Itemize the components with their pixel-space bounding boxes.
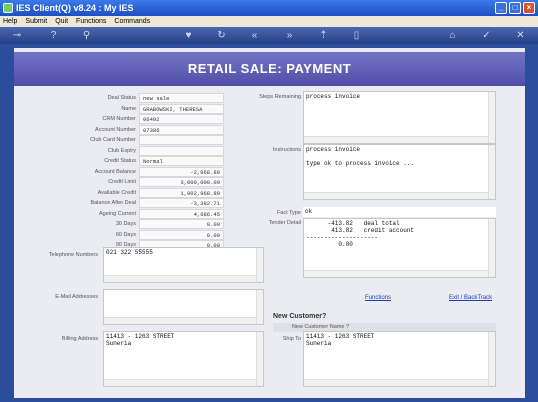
close-icon[interactable]: ✕ [514,29,527,42]
new-customer-title: New Customer? [273,313,327,320]
rewind-icon[interactable]: « [248,29,261,42]
field-value: new sale [139,93,224,103]
email-field[interactable] [103,289,264,325]
menu-quit[interactable]: Quit [55,16,68,27]
telephone-label: Telephone Numbers [48,252,98,258]
field-label: Club Card Number [90,137,136,143]
field-label: Account Number [95,126,136,133]
check-icon[interactable]: ✓ [480,29,493,42]
tender-detail-field[interactable]: -413.82 deal total 413.82 credit account… [303,218,496,278]
ship-to-field[interactable]: 11413 - 1263 STREET Suneria [303,331,496,387]
field-label: Club Expiry [107,147,136,154]
field-value: 07386 [139,124,224,135]
field-value: 4,686.45 [139,208,224,219]
minimize-button[interactable]: _ [495,2,507,14]
field-label: Name [121,105,136,112]
help-icon[interactable]: ? [47,29,60,42]
tender-detail-label: Tender Detail [268,220,301,226]
steps-remaining-field[interactable]: process invoice [303,91,496,144]
telephone-field[interactable]: 021 322 55555 [103,247,264,283]
main-panel: RETAIL SALE: PAYMENT Deal Status new sale… [14,48,525,398]
fact-type-field[interactable]: ok [303,207,496,217]
field-label: Credit Status [104,158,136,164]
field-value [139,135,224,145]
field-value: -3,382.71 [139,198,224,208]
field-value: 0.00 [139,219,224,229]
document-icon[interactable]: ▯ [350,29,363,42]
right-scrollbar[interactable] [529,48,537,398]
menu-help[interactable]: Help [3,16,17,27]
billing-address-label: Billing Address [61,336,98,342]
instructions-label: Instructions [272,147,301,153]
ship-to-label: Ship To [282,336,301,342]
instructions-field[interactable]: process invoice type ok to process invoi… [303,144,496,200]
title-bar: IES Client(Q) v8.24 : My IES _ □ × [0,0,538,16]
field-value: GRABOWSKI, THERESA [139,103,224,114]
maximize-button[interactable]: □ [509,2,521,14]
refresh-icon[interactable]: ↻ [215,29,228,42]
home-icon[interactable]: ⌂ [446,29,459,42]
upload-icon[interactable]: ⇡ [317,29,330,42]
field-label: Account Balance [94,168,136,175]
exit-backtrack-link[interactable]: Exit / BackTrack [449,295,492,301]
new-customer-name-label: New Customer Name ? [291,324,349,330]
field-value: 0.00 [139,229,224,240]
field-label: Ageing Current [99,210,136,217]
menu-bar: Help Submit Quit Functions Commands [0,16,538,27]
app-icon [3,3,13,13]
menu-functions[interactable]: Functions [76,16,106,27]
steps-remaining-label: Steps Remaining [259,94,301,100]
field-value: Normal [139,156,224,166]
page-title: RETAIL SALE: PAYMENT [14,52,525,86]
field-label: Available Credit [97,189,136,196]
field-label: Credit Limit [108,179,136,185]
menu-submit[interactable]: Submit [25,16,47,27]
field-value [139,145,224,156]
close-button[interactable]: × [523,2,535,14]
fact-type-label: Fact Type [276,210,301,216]
functions-link[interactable]: Functions [365,295,391,301]
heart-icon[interactable]: ♥ [182,29,195,42]
field-value: 06492 [139,114,224,124]
field-value: 1,002,968.89 [139,187,224,198]
email-label: E-Mail Addresses [55,294,98,300]
field-label: Balance After Deal [90,200,136,206]
field-label: Deal Status [107,95,136,101]
field-value: -2,968.89 [139,166,224,177]
menu-commands[interactable]: Commands [114,16,150,27]
field-label: CRM Number [102,116,136,122]
field-label: 60 Days [115,231,136,238]
search-icon[interactable]: ⚲ [80,29,93,42]
key-icon[interactable]: ⊸ [6,29,28,42]
toolbar: ⊸ ? ⚲ ♥ ↻ « » ⇡ ▯ ⌂ ✓ ✕ [0,27,538,44]
field-value: 3,000,000.00 [139,177,224,187]
fast-forward-icon[interactable]: » [283,29,296,42]
field-label: 30 Days [115,221,136,227]
window-title: IES Client(Q) v8.24 : My IES [16,3,134,13]
